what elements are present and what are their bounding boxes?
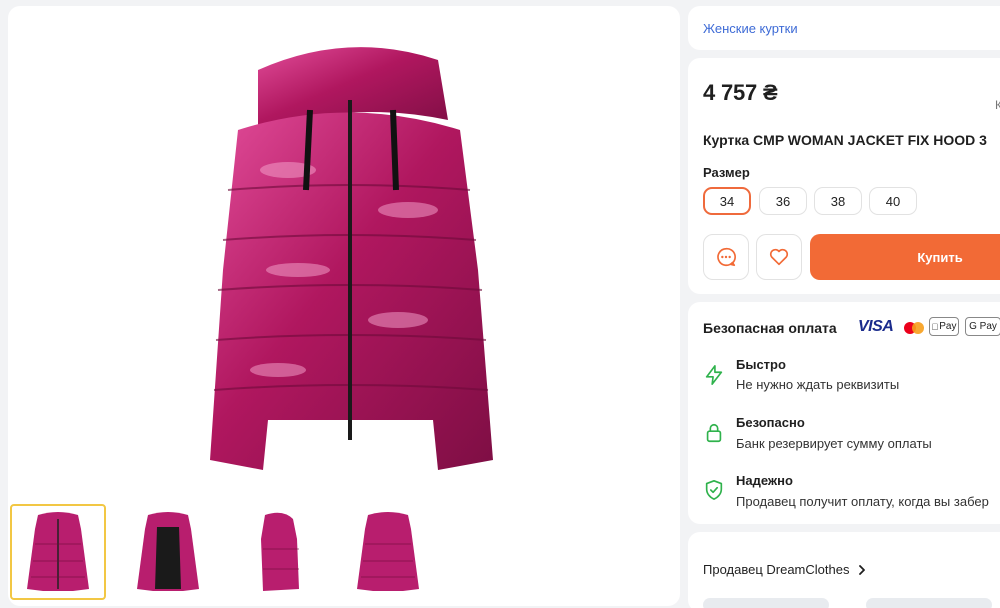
feature-reliable-text: Продавец получит оплату, когда вы забер: [736, 494, 989, 509]
visa-logo: VISA: [858, 318, 894, 335]
chat-icon: [717, 247, 736, 267]
apple-pay-logo:  Pay: [929, 317, 959, 336]
product-title: Куртка CMP WOMAN JACKET FIX HOOD 3: [703, 132, 987, 148]
feature-secure-text: Банк резервирует сумму оплаты: [736, 436, 932, 451]
size-option-34[interactable]: 34: [703, 187, 751, 215]
feature-fast-text: Не нужно ждать реквизиты: [736, 377, 900, 392]
tag-pill[interactable]: [703, 598, 829, 608]
shield-check-icon: [705, 480, 723, 500]
buy-button[interactable]: Купить: [810, 234, 1000, 280]
lock-icon: [706, 423, 722, 443]
secure-payment-title: Безопасная оплата: [703, 320, 837, 336]
thumbnail-back-image: [357, 512, 419, 591]
feature-fast-title: Быстро: [736, 357, 786, 372]
mastercard-logo: [904, 322, 924, 334]
feature-reliable-title: Надежно: [736, 473, 793, 488]
product-info-card: 4 757 ₴ К Куртка CMP WOMAN JACKET FIX HO…: [688, 58, 1000, 294]
product-price: 4 757 ₴: [703, 80, 778, 105]
google-pay-logo: G Pay: [965, 317, 1000, 336]
corner-mark: К: [995, 98, 1000, 112]
breadcrumb: Женские куртки: [688, 6, 1000, 50]
main-product-photo[interactable]: [198, 40, 508, 480]
favorite-button[interactable]: [756, 234, 802, 280]
seller-link[interactable]: Продавец DreamClothes: [703, 562, 867, 577]
size-label: Размер: [703, 165, 750, 180]
heart-icon: [769, 248, 789, 266]
message-seller-button[interactable]: [703, 234, 749, 280]
secure-payment-card: Безопасная оплата VISA  Pay G Pay Быстр…: [688, 302, 1000, 524]
thumbnail-side-image: [261, 512, 299, 591]
feature-secure-title: Безопасно: [736, 415, 805, 430]
lightning-icon: [705, 365, 723, 385]
thumbnail-open[interactable]: [120, 504, 216, 600]
seller-card: Продавец DreamClothes: [688, 532, 1000, 608]
seller-name: Продавец DreamClothes: [703, 562, 850, 577]
apple-icon: : [932, 322, 939, 332]
thumbnail-open-image: [137, 512, 199, 591]
thumbnail-back[interactable]: [340, 504, 436, 600]
size-option-38[interactable]: 38: [814, 187, 862, 215]
tag-pill[interactable]: [866, 598, 992, 608]
product-gallery: [8, 6, 680, 606]
size-option-40[interactable]: 40: [869, 187, 917, 215]
thumbnail-front[interactable]: [10, 504, 106, 600]
thumbnail-front-image: [27, 512, 89, 591]
thumbnail-side[interactable]: [230, 504, 326, 600]
size-option-36[interactable]: 36: [759, 187, 807, 215]
breadcrumb-category-link[interactable]: Женские куртки: [703, 21, 798, 36]
chevron-right-icon: [859, 564, 866, 575]
